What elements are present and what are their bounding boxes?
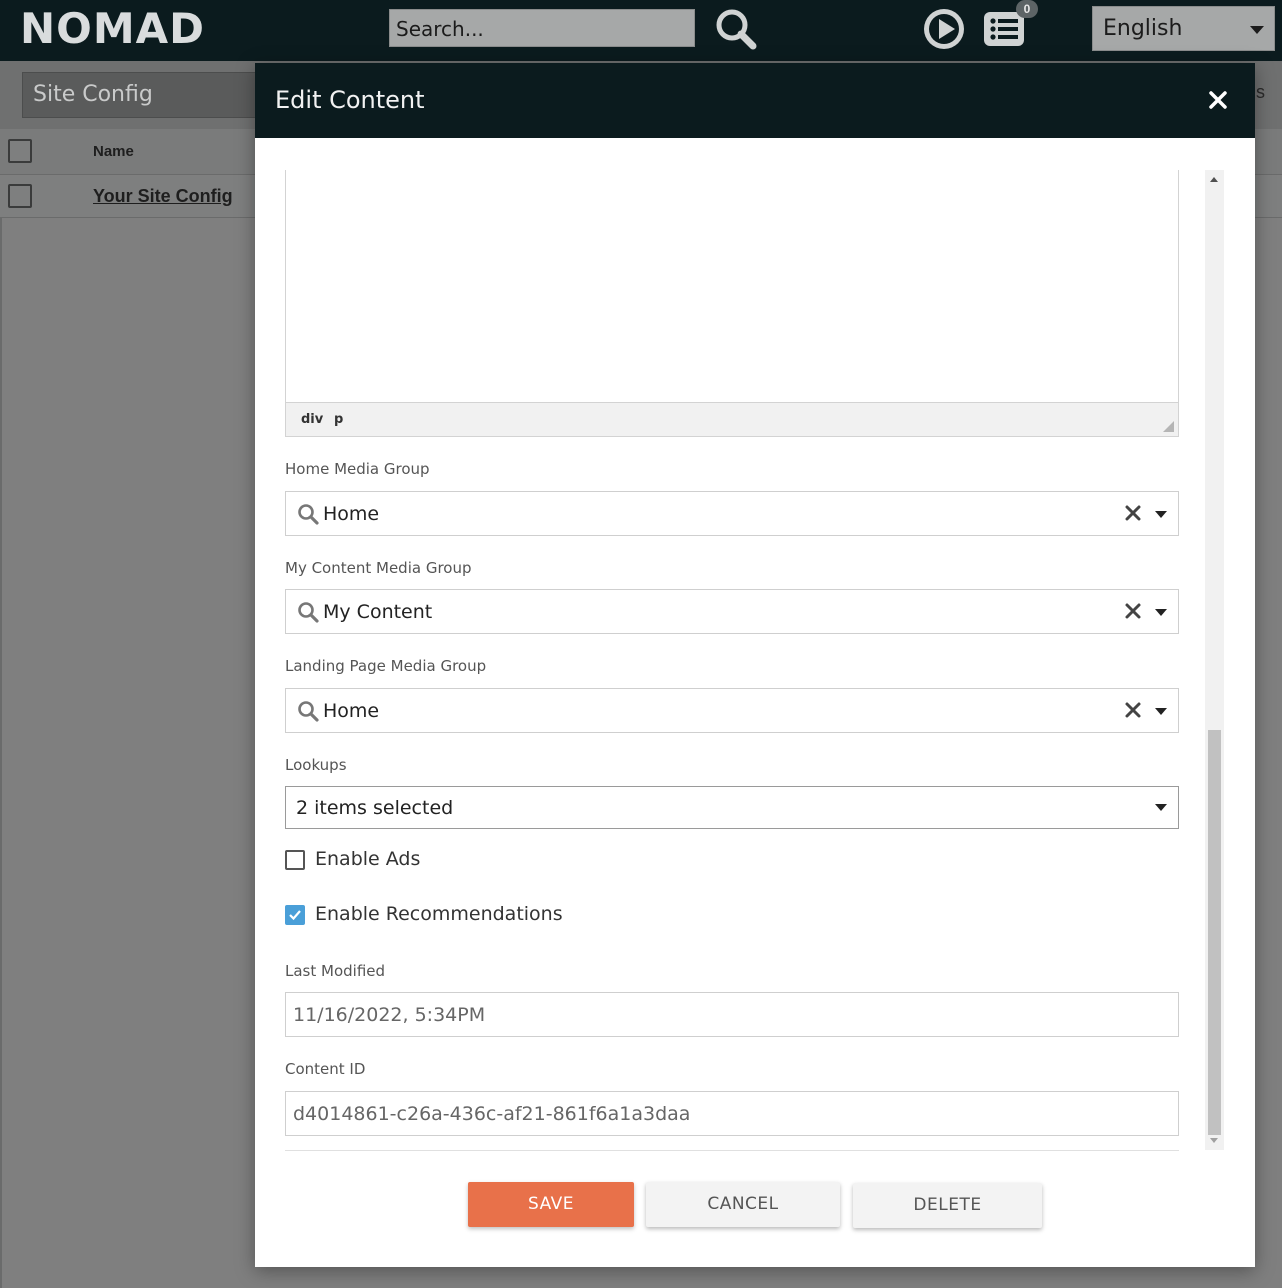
cancel-button[interactable]: CANCEL	[646, 1182, 840, 1227]
app-logo[interactable]: NOMAD	[20, 6, 205, 52]
enable-ads-label[interactable]: Enable Ads	[315, 847, 420, 871]
landing-page-media-group-value: Home	[323, 700, 380, 722]
row-name-link[interactable]: Your Site Config	[93, 186, 233, 207]
search-icon	[297, 503, 319, 525]
search-input[interactable]: Search...	[389, 9, 695, 47]
column-header-name[interactable]: Name	[93, 143, 134, 160]
editor-status-bar: div p	[286, 402, 1178, 436]
chevron-down-icon[interactable]	[1155, 708, 1167, 715]
content-id-field[interactable]: d4014861-c26a-436c-af21-861f6a1a3daa	[285, 1091, 1179, 1136]
form-divider	[285, 1150, 1179, 1151]
scrollbar-thumb[interactable]	[1208, 730, 1221, 1135]
page-edge	[0, 218, 2, 1288]
landing-page-media-group-label: Landing Page Media Group	[285, 657, 487, 675]
my-content-media-group-value: My Content	[323, 601, 433, 623]
content-id-label: Content ID	[285, 1060, 366, 1078]
lookups-value: 2 items selected	[296, 797, 454, 819]
search-icon	[297, 700, 319, 722]
top-navigation-bar: NOMAD Search... 0 English	[0, 0, 1282, 61]
select-all-checkbox[interactable]	[8, 139, 32, 163]
scroll-up-arrow-icon[interactable]	[1210, 177, 1218, 182]
play-icon[interactable]	[922, 7, 966, 51]
landing-page-media-group-select[interactable]: Home	[285, 688, 1179, 733]
my-content-media-group-select[interactable]: My Content	[285, 589, 1179, 634]
clear-icon[interactable]	[1124, 504, 1142, 522]
enable-recommendations-label[interactable]: Enable Recommendations	[315, 902, 563, 926]
home-media-group-label: Home Media Group	[285, 460, 430, 478]
rich-text-editor[interactable]: div p	[285, 170, 1179, 437]
home-media-group-value: Home	[323, 503, 380, 525]
clear-icon[interactable]	[1124, 701, 1142, 719]
row-checkbox[interactable]	[8, 184, 32, 208]
modal-scrollbar[interactable]	[1205, 170, 1224, 1150]
resize-handle-icon[interactable]	[1163, 421, 1174, 432]
delete-button[interactable]: DELETE	[853, 1183, 1042, 1228]
close-icon[interactable]	[1207, 89, 1229, 111]
enable-recommendations-checkbox[interactable]	[285, 905, 305, 925]
search-icon[interactable]	[713, 6, 759, 52]
content-type-select[interactable]: Site Config	[22, 72, 262, 118]
modal-title: Edit Content	[275, 86, 425, 114]
last-modified-field[interactable]: 11/16/2022, 5:34PM	[285, 992, 1179, 1037]
enable-ads-checkbox[interactable]	[285, 850, 305, 870]
edit-content-modal: Edit Content div p Home Media Group Home	[255, 63, 1255, 1267]
notification-count-badge: 0	[1016, 0, 1038, 18]
editor-path-div[interactable]: div	[301, 412, 323, 427]
last-modified-label: Last Modified	[285, 962, 386, 980]
chevron-down-icon[interactable]	[1155, 804, 1167, 811]
checkmark-icon	[289, 910, 301, 921]
chevron-down-icon	[1250, 26, 1264, 34]
language-value: English	[1103, 16, 1183, 41]
modal-header: Edit Content	[255, 63, 1255, 138]
save-button[interactable]: SAVE	[468, 1182, 634, 1227]
toolbar-partial-text: s	[1256, 82, 1265, 102]
chevron-down-icon[interactable]	[1155, 511, 1167, 518]
editor-path-p[interactable]: p	[334, 412, 343, 427]
lookups-label: Lookups	[285, 756, 347, 774]
search-icon	[297, 601, 319, 623]
scroll-down-arrow-icon[interactable]	[1210, 1138, 1218, 1143]
clear-icon[interactable]	[1124, 602, 1142, 620]
my-content-media-group-label: My Content Media Group	[285, 559, 472, 577]
lookups-multiselect[interactable]: 2 items selected	[285, 786, 1179, 829]
language-select[interactable]: English	[1092, 6, 1275, 51]
chevron-down-icon[interactable]	[1155, 609, 1167, 616]
home-media-group-select[interactable]: Home	[285, 491, 1179, 536]
